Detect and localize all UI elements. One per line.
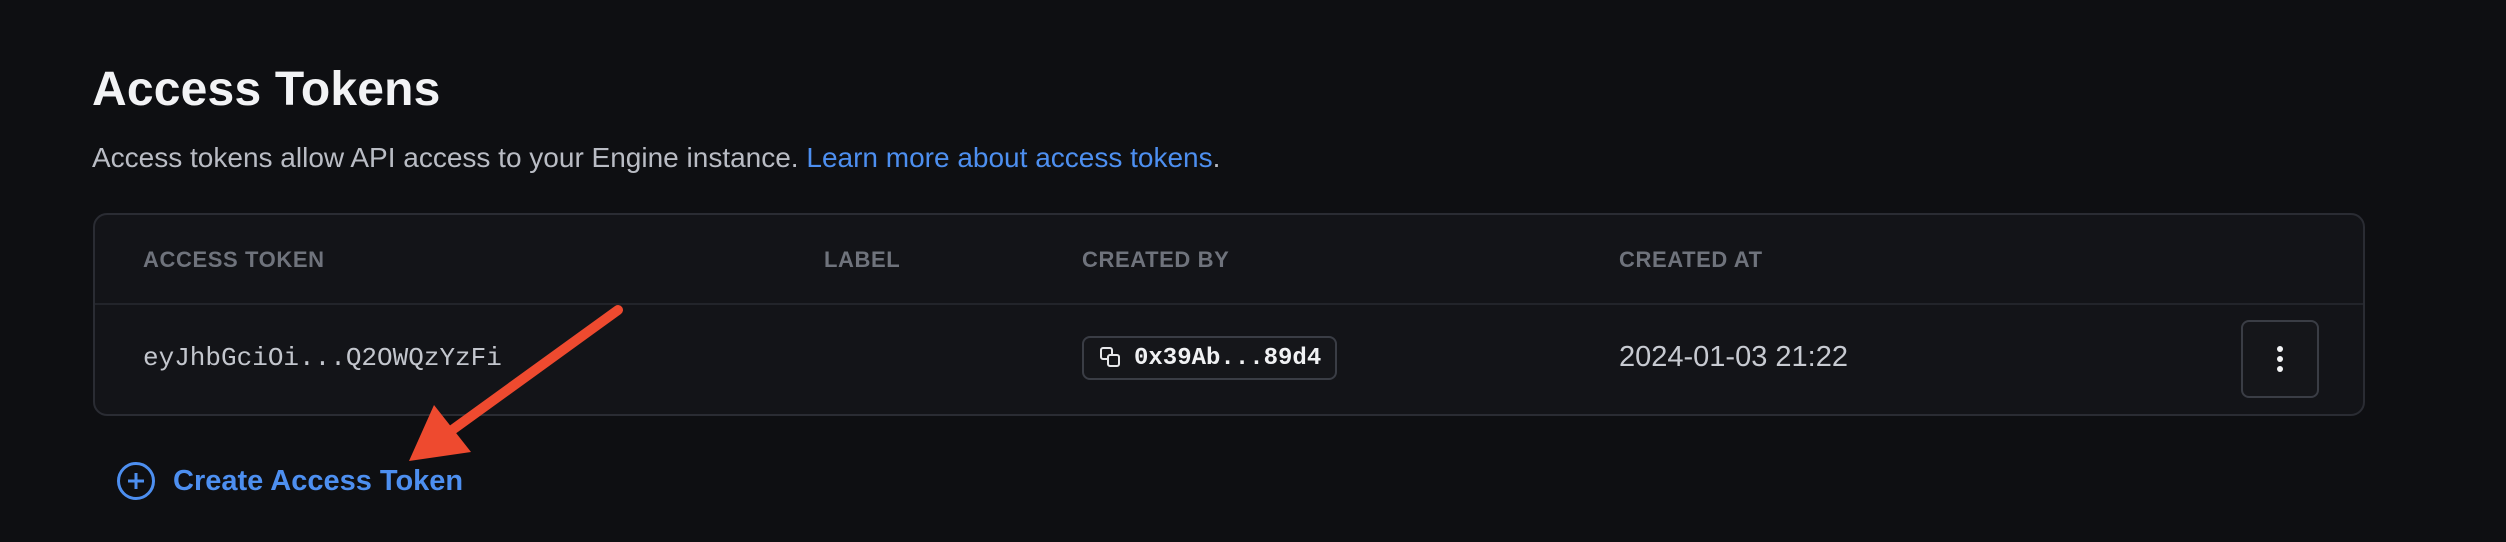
header-label: LABEL (824, 247, 901, 272)
table-header: ACCESS TOKEN LABEL CREATED BY CREATED AT (95, 215, 2363, 305)
description-end: . (1212, 142, 1221, 173)
header-created-by: CREATED BY (1082, 247, 1230, 272)
description-text: Access tokens allow API access to your E… (92, 142, 807, 173)
created-at-value: 2024-01-03 21:22 (1619, 341, 1848, 373)
plus-circle-icon (117, 462, 155, 500)
create-access-token-label: Create Access Token (173, 464, 464, 497)
created-by-address: 0x39Ab...89d4 (1134, 344, 1322, 372)
created-by-address-button[interactable]: 0x39Ab...89d4 (1082, 336, 1337, 380)
table-row: eyJhbGciOi...Q2OWQzYzFi 0x39Ab...89d4 20… (95, 305, 2363, 416)
learn-more-link[interactable]: Learn more about access tokens (806, 142, 1212, 173)
copy-icon (1100, 347, 1122, 369)
page-description: Access tokens allow API access to your E… (92, 142, 1220, 174)
header-created-at: CREATED AT (1619, 247, 1763, 272)
more-vertical-icon (2277, 346, 2283, 372)
header-access-token: ACCESS TOKEN (143, 247, 325, 272)
create-access-token-button[interactable]: Create Access Token (117, 462, 463, 500)
access-token-value: eyJhbGciOi...Q2OWQzYzFi (143, 343, 502, 373)
access-tokens-page: Access Tokens Access tokens allow API ac… (0, 0, 2506, 542)
access-tokens-table: ACCESS TOKEN LABEL CREATED BY CREATED AT… (93, 213, 2365, 416)
page-title: Access Tokens (92, 63, 441, 116)
row-actions-menu-button[interactable] (2241, 320, 2319, 398)
